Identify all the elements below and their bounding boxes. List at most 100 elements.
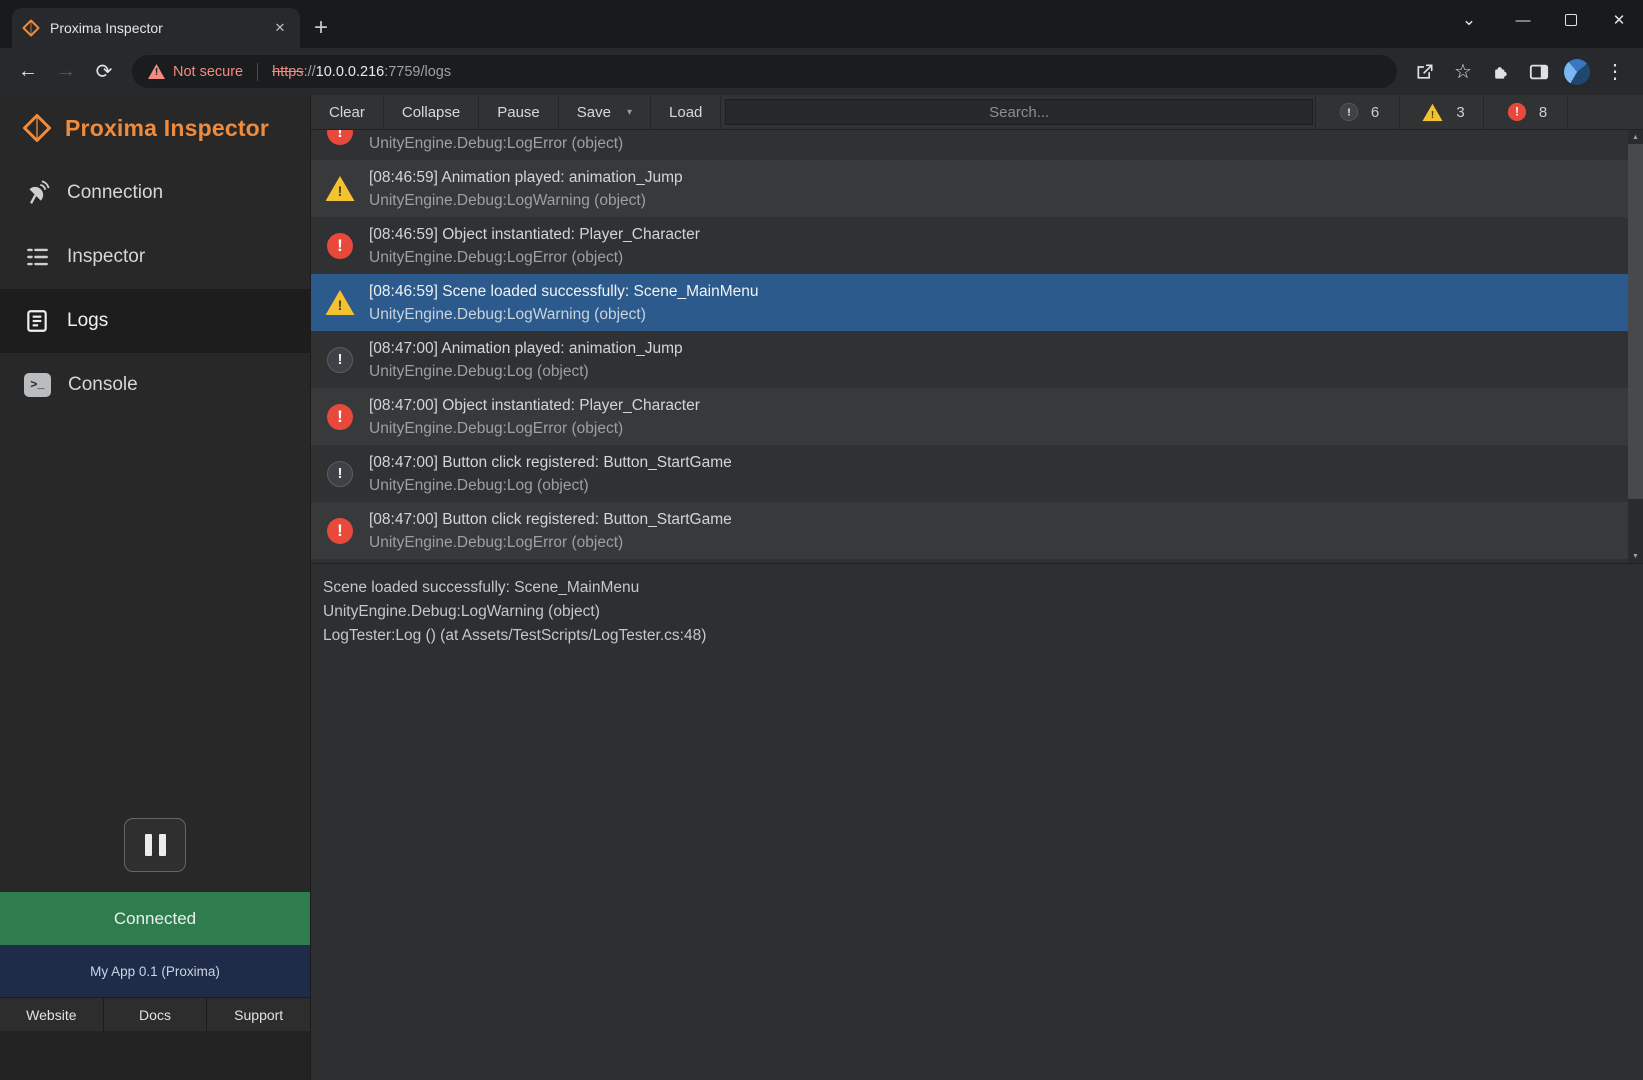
app-logo: Proxima Inspector (0, 95, 310, 161)
log-row[interactable]: [08:47:00] Button click registered: Butt… (311, 502, 1643, 559)
warning-icon (1423, 103, 1443, 121)
log-stacktrace: UnityEngine.Debug:LogError (object) (369, 417, 1643, 440)
sidebar-spacer (0, 417, 310, 818)
sidebar-item-label: Inspector (67, 246, 145, 268)
search-container (721, 95, 1315, 129)
collapse-button[interactable]: Collapse (384, 95, 479, 129)
satellite-dish-icon (24, 180, 50, 206)
new-tab-button[interactable]: + (314, 18, 328, 38)
error-icon (327, 233, 353, 259)
tab-title: Proxima Inspector (50, 20, 260, 36)
url-path: :7759/logs (384, 64, 451, 80)
browser-menu-icon[interactable]: ⋮ (1597, 54, 1633, 90)
search-input[interactable] (725, 99, 1313, 125)
info-count-toggle[interactable]: 6 (1315, 95, 1399, 129)
scroll-up-icon[interactable]: ▲ (1628, 130, 1643, 144)
minimize-button[interactable]: — (1499, 0, 1547, 40)
scrollbar-thumb[interactable] (1628, 144, 1643, 499)
save-label: Save (577, 104, 611, 121)
tab-close-icon[interactable]: ✕ (270, 18, 290, 38)
tab-search-chevron-icon[interactable]: ⌄ (1445, 0, 1493, 40)
not-secure-warning-icon (148, 64, 165, 79)
pause-logs-button[interactable]: Pause (479, 95, 559, 129)
proxima-diamond-icon (22, 113, 52, 143)
app-title: Proxima Inspector (65, 115, 269, 142)
sidebar: Proxima Inspector Connection (0, 95, 310, 1080)
scroll-down-icon[interactable]: ▼ (1628, 549, 1643, 563)
back-icon[interactable]: ← (10, 54, 46, 90)
footer-support-button[interactable]: Support (207, 998, 310, 1031)
error-icon (1508, 103, 1526, 121)
warning-count: 3 (1456, 104, 1464, 121)
footer-docs-button[interactable]: Docs (104, 998, 208, 1031)
sidebar-item-inspector[interactable]: Inspector (0, 225, 310, 289)
browser-navbar: ← → ⟳ Not secure https://10.0.0.216:7759… (0, 48, 1643, 95)
error-icon (327, 130, 353, 145)
log-row[interactable]: [08:47:00] Animation played: animation_J… (311, 331, 1643, 388)
maximize-icon (1565, 14, 1577, 26)
save-button[interactable]: Save ▾ (559, 95, 651, 129)
warning-count-toggle[interactable]: 3 (1399, 95, 1483, 129)
info-icon (327, 347, 353, 373)
log-row[interactable]: [08:46:59] Object instantiated: Player_C… (311, 217, 1643, 274)
not-secure-label[interactable]: Not secure (173, 64, 243, 80)
log-stacktrace: UnityEngine.Debug:LogWarning (object) (369, 303, 1643, 326)
profile-avatar[interactable] (1559, 54, 1595, 90)
url-scheme: https (272, 64, 303, 80)
window-controls: ⌄ — ✕ (1445, 0, 1643, 40)
log-stacktrace: UnityEngine.Debug:LogWarning (object) (369, 189, 1643, 212)
maximize-button[interactable] (1547, 0, 1595, 40)
close-window-button[interactable]: ✕ (1595, 0, 1643, 40)
browser-titlebar: Proxima Inspector ✕ + ⌄ — ✕ (0, 0, 1643, 48)
sidebar-item-logs[interactable]: Logs (0, 289, 310, 353)
sidebar-item-label: Console (68, 374, 138, 396)
clear-button[interactable]: Clear (311, 95, 384, 129)
logs-panel: Clear Collapse Pause Save ▾ Load 6 3 8 (310, 95, 1643, 1080)
sidebar-item-label: Connection (67, 182, 163, 204)
log-stacktrace: UnityEngine.Debug:LogError (object) (369, 531, 1643, 554)
log-row[interactable]: [08:47:00] Button click registered: Butt… (311, 445, 1643, 502)
detail-stacktrace-line: UnityEngine.Debug:LogWarning (object) (323, 600, 1631, 624)
log-message: [08:46:59] Scene loaded successfully: Sc… (369, 280, 1643, 303)
error-icon (327, 518, 353, 544)
warning-icon (326, 290, 355, 315)
document-icon (24, 308, 50, 334)
url-host: 10.0.0.216 (316, 64, 385, 80)
log-message: [08:46:59] Animation played: animation_J… (369, 166, 1643, 189)
extensions-puzzle-icon[interactable] (1483, 54, 1519, 90)
side-panel-icon[interactable] (1521, 54, 1557, 90)
sidebar-item-console[interactable]: >_ Console (0, 353, 310, 417)
log-stacktrace: UnityEngine.Debug:LogError (object) (369, 132, 1643, 155)
url-text: https://10.0.0.216:7759/logs (272, 64, 451, 80)
log-message: [08:47:00] Object instantiated: Player_C… (369, 394, 1643, 417)
info-count: 6 (1371, 104, 1379, 121)
log-message: [08:47:00] Button click registered: Butt… (369, 451, 1643, 474)
page-content: Proxima Inspector Connection (0, 95, 1643, 1080)
sidebar-fill (0, 1031, 310, 1080)
pause-connection-button[interactable] (124, 818, 186, 872)
sidebar-footer: Website Docs Support (0, 997, 310, 1031)
forward-icon[interactable]: → (48, 54, 84, 90)
sidebar-item-connection[interactable]: Connection (0, 161, 310, 225)
share-icon[interactable] (1407, 54, 1443, 90)
avatar-image (1564, 59, 1590, 85)
omnibox-divider (257, 63, 258, 81)
footer-website-button[interactable]: Website (0, 998, 104, 1031)
browser-tab[interactable]: Proxima Inspector ✕ (12, 8, 300, 48)
chevron-down-icon[interactable]: ▾ (627, 107, 632, 118)
log-row[interactable]: [08:46:59] Animation played: animation_J… (311, 160, 1643, 217)
pause-icon (159, 834, 166, 856)
log-list-scrollbar[interactable]: ▲ ▼ (1628, 130, 1643, 563)
error-count: 8 (1539, 104, 1547, 121)
reload-icon[interactable]: ⟳ (86, 54, 122, 90)
detail-message: Scene loaded successfully: Scene_MainMen… (323, 576, 1631, 600)
log-row-selected[interactable]: [08:46:59] Scene loaded successfully: Sc… (311, 274, 1643, 331)
log-stacktrace: UnityEngine.Debug:Log (object) (369, 474, 1643, 497)
log-row[interactable]: [08:47:00] Object instantiated: Player_C… (311, 388, 1643, 445)
error-count-toggle[interactable]: 8 (1483, 95, 1567, 129)
load-button[interactable]: Load (651, 95, 721, 129)
log-row[interactable]: UnityEngine.Debug:LogError (object) (311, 130, 1643, 160)
pause-icon (145, 834, 152, 856)
address-bar[interactable]: Not secure https://10.0.0.216:7759/logs (132, 55, 1397, 88)
bookmark-star-icon[interactable]: ☆ (1445, 54, 1481, 90)
